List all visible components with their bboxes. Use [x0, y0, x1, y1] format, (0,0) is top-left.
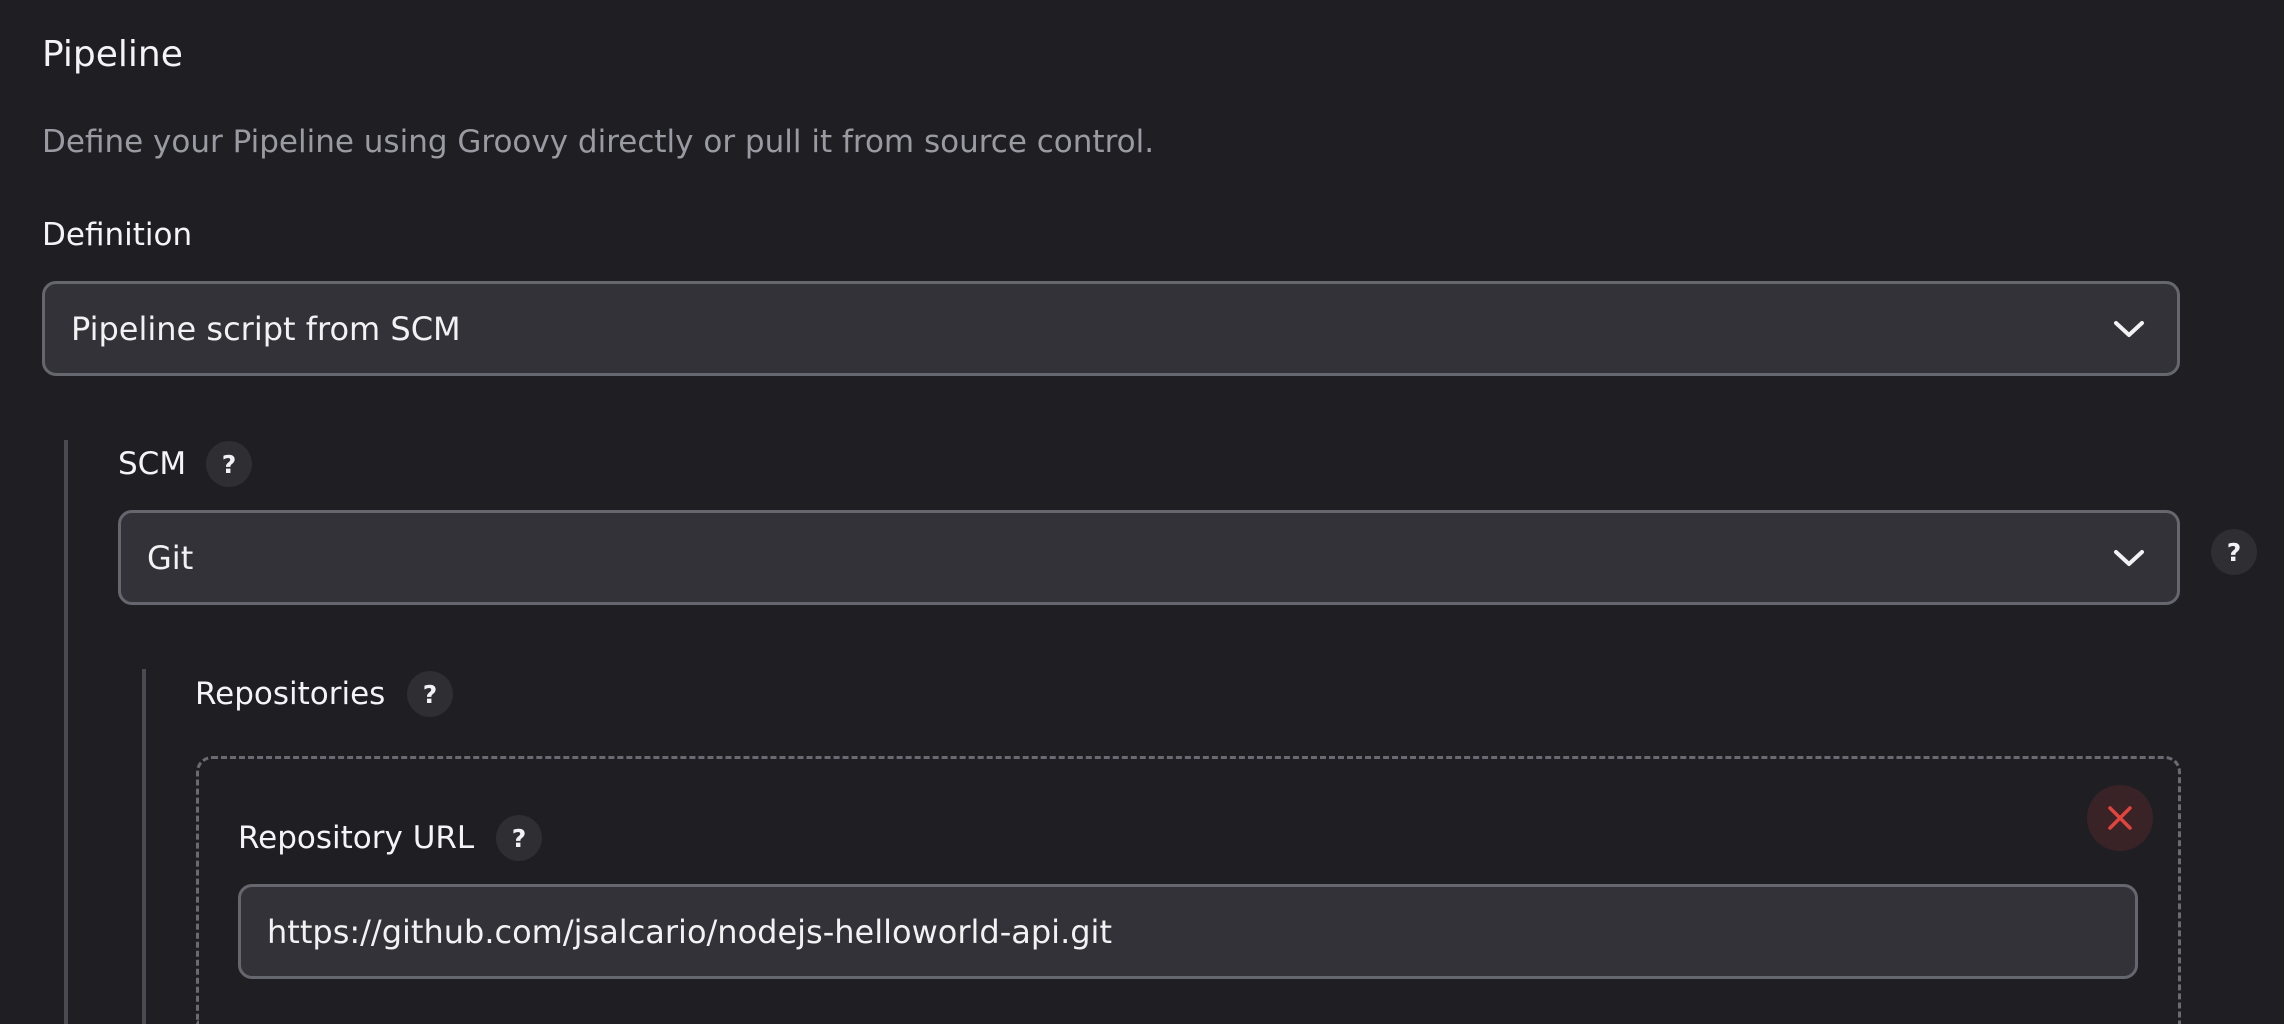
chevron-down-icon	[2107, 307, 2151, 351]
scm-select[interactable]: Git	[118, 510, 2180, 605]
delete-repository-button[interactable]	[2087, 785, 2153, 851]
repository-url-input[interactable]: https://github.com/jsalcario/nodejs-hell…	[238, 884, 2138, 979]
scm-help-button[interactable]: ?	[206, 441, 252, 487]
section-description: Define your Pipeline using Groovy direct…	[42, 124, 1155, 160]
repository-url-value: https://github.com/jsalcario/nodejs-hell…	[267, 912, 1112, 951]
help-icon: ?	[511, 823, 527, 853]
close-icon	[2108, 806, 2132, 830]
scm-label: SCM	[118, 446, 187, 482]
repository-url-help-button[interactable]: ?	[496, 815, 542, 861]
repository-url-label: Repository URL	[238, 820, 475, 856]
scm-select-help-button[interactable]: ?	[2211, 529, 2257, 575]
definition-label: Definition	[42, 217, 193, 253]
section-title: Pipeline	[42, 34, 183, 75]
help-icon: ?	[422, 679, 438, 709]
repositories-help-button[interactable]: ?	[407, 671, 453, 717]
repositories-section-rail	[142, 669, 146, 1024]
help-icon: ?	[2226, 537, 2242, 567]
chevron-down-icon	[2107, 536, 2151, 580]
repositories-label: Repositories	[195, 676, 386, 712]
definition-select[interactable]: Pipeline script from SCM	[42, 281, 2180, 376]
definition-select-value: Pipeline script from SCM	[71, 309, 461, 348]
help-icon: ?	[221, 449, 237, 479]
scm-section-rail	[64, 440, 68, 1024]
scm-select-value: Git	[147, 538, 194, 577]
